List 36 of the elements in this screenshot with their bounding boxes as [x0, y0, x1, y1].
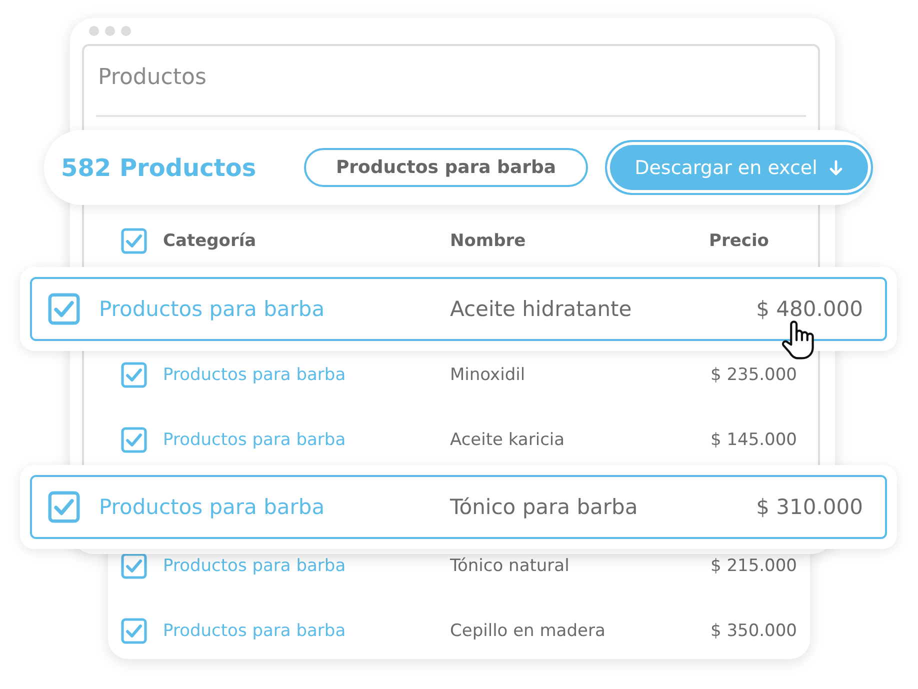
category-label: Productos para barba [99, 495, 326, 519]
column-header: Categoría [163, 231, 258, 251]
category-label: Productos para barba [163, 621, 347, 641]
product-name: Tónico para barba [450, 495, 639, 519]
category-label: Productos para barba [163, 364, 347, 384]
window-dot-icon [105, 26, 115, 36]
row-checkbox[interactable] [48, 491, 80, 523]
row-checkbox[interactable] [121, 618, 147, 644]
product-name: Cepillo en madera [450, 621, 606, 641]
category-label: Productos para barba [99, 297, 326, 321]
product-name: Aceite hidratante [450, 297, 633, 321]
window-dot-icon [89, 26, 99, 36]
page-title: Productos [98, 64, 206, 92]
window-dot-icon [121, 26, 131, 36]
product-price: $ 480.000 [756, 297, 863, 321]
product-price: $ 310.000 [756, 495, 863, 519]
row-checkbox[interactable] [121, 426, 147, 452]
product-price: $ 215.000 [710, 556, 797, 576]
product-name: Minoxidil [450, 364, 526, 384]
product-price: $ 145.000 [710, 430, 797, 450]
select-all-checkbox[interactable] [121, 228, 147, 254]
filter-chip[interactable]: Productos para barba [304, 148, 588, 187]
row-checkbox[interactable] [121, 553, 147, 579]
category-label: Productos para barba [163, 556, 347, 576]
product-price: $ 350.000 [710, 621, 797, 641]
row-checkbox[interactable] [121, 362, 147, 388]
table-row[interactable]: Productos para barba Tónico para barba $ 310.000 [30, 475, 887, 539]
product-name: Aceite karicia [450, 430, 566, 450]
column-header: Precio [709, 231, 769, 251]
product-name: Tónico natural [450, 556, 570, 576]
row-checkbox[interactable] [48, 293, 80, 325]
product-price: $ 235.000 [710, 364, 797, 384]
product-count: 582 Productos [61, 154, 258, 182]
category-label: Productos para barba [163, 430, 347, 450]
arrow-down-icon [829, 160, 844, 176]
column-header: Nombre [450, 231, 527, 251]
